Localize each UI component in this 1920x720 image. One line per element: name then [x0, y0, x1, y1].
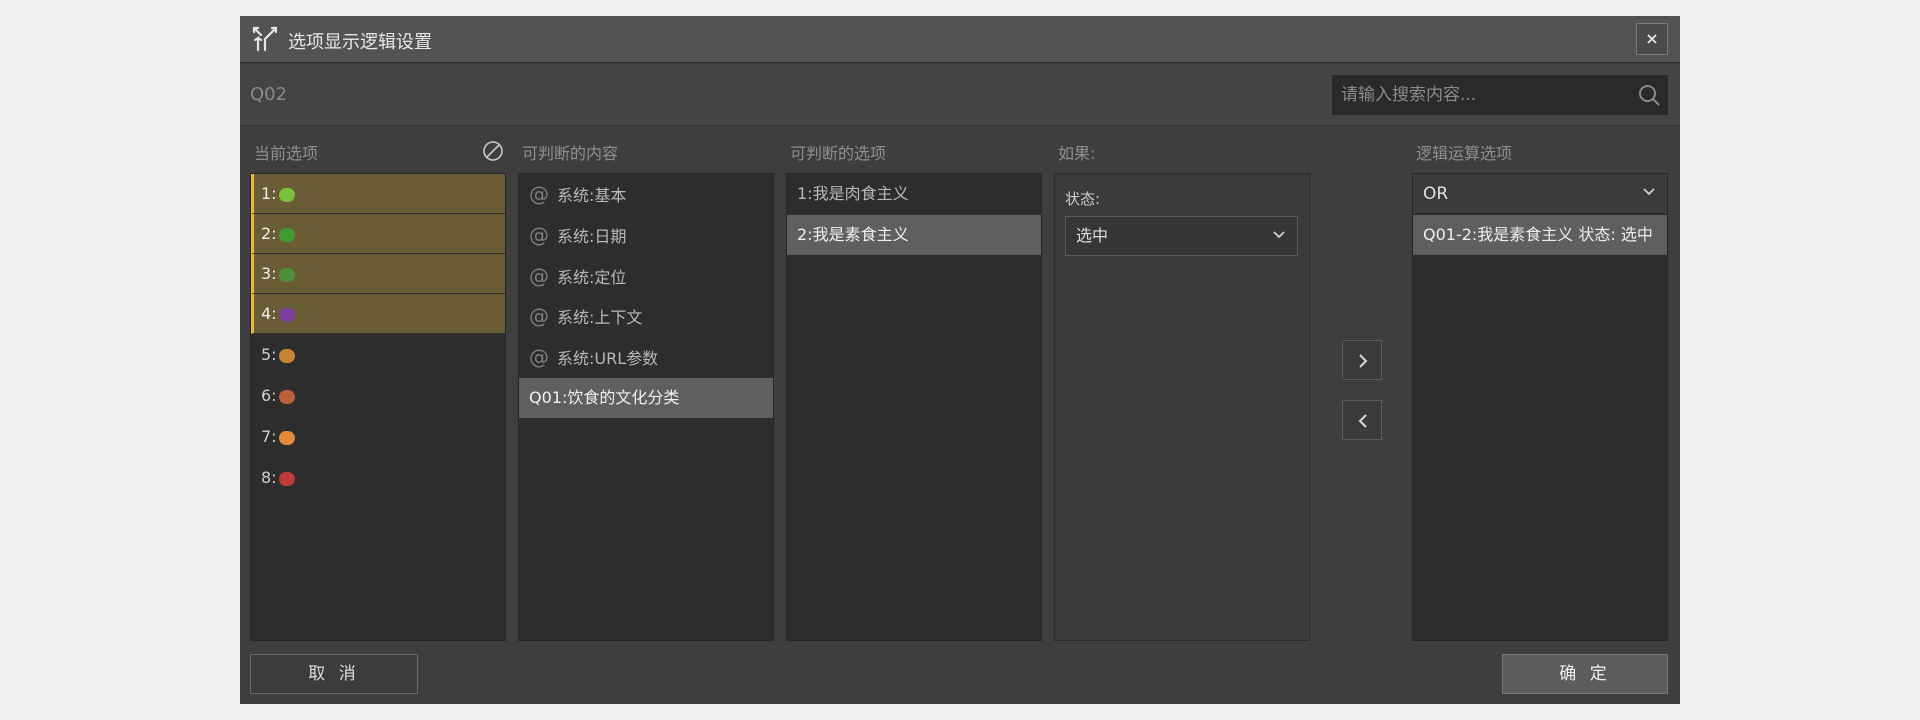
at-icon: @	[529, 345, 549, 369]
search-icon[interactable]	[1638, 84, 1660, 106]
chevron-down-icon	[1643, 188, 1655, 196]
search-box	[1332, 75, 1668, 115]
option-item-4[interactable]: 4:	[251, 294, 505, 334]
if-label: 如果:	[1058, 144, 1096, 163]
judge-option-item-1[interactable]: 1:我是肉食主义	[787, 174, 1041, 214]
option-item-2[interactable]: 2:	[251, 214, 505, 254]
logic-options-panel: OR Q01-2:我是素食主义 状态: 选中	[1412, 173, 1668, 641]
dialog-title: 选项显示逻辑设置	[288, 32, 432, 53]
chevron-right-icon	[1359, 354, 1368, 368]
question-id: Q02	[250, 84, 288, 105]
current-options-label: 当前选项	[254, 144, 319, 163]
close-button[interactable]: ×	[1636, 23, 1668, 55]
if-condition-panel: 状态: 选中	[1054, 173, 1310, 641]
current-options-list: 1: 2: 3: 4: 5: 6: 7: 8:	[250, 173, 506, 641]
broccoli-icon	[278, 267, 295, 282]
logic-rule-item[interactable]: Q01-2:我是素食主义 状态: 选中	[1413, 215, 1667, 255]
content-item-location[interactable]: @ 系统:定位	[519, 256, 773, 296]
content-item-basic[interactable]: @ 系统:基本	[519, 174, 773, 214]
judge-content-label: 可判断的内容	[522, 144, 619, 163]
judge-content-list: @ 系统:基本 @ 系统:日期 @ 系统:定位 @ 系统:上下文 @ 系统:URL参数 Q…	[518, 173, 774, 641]
state-label: 状态:	[1065, 190, 1101, 208]
green-vegetable-icon	[278, 187, 295, 202]
cucumber-icon	[278, 227, 295, 242]
option-item-6[interactable]: 6:	[251, 376, 505, 416]
judge-options-list: 1:我是肉食主义 2:我是素食主义	[786, 173, 1042, 641]
option-item-5[interactable]: 5:	[251, 335, 505, 375]
judge-options-label: 可判断的选项	[790, 144, 887, 163]
at-icon: @	[529, 182, 549, 206]
meat-on-bone-icon	[278, 389, 295, 404]
content-item-q01[interactable]: Q01:饮食的文化分类	[519, 378, 773, 418]
judge-option-item-2[interactable]: 2:我是素食主义	[787, 215, 1041, 255]
question-bar: Q02	[240, 64, 1680, 126]
at-icon: @	[529, 223, 549, 247]
drumstick-icon	[278, 348, 295, 363]
remove-rule-button[interactable]	[1342, 400, 1382, 440]
branch-arrows-icon	[252, 26, 278, 52]
option-item-3[interactable]: 3:	[251, 254, 505, 294]
logic-settings-dialog: 选项显示逻辑设置 × Q02 当前选项 1: 2: 3: 4: 5: 6: 7:…	[240, 16, 1680, 704]
content-item-context[interactable]: @ 系统:上下文	[519, 296, 773, 336]
chevron-down-icon	[1273, 231, 1285, 239]
option-item-8[interactable]: 8:	[251, 458, 505, 498]
at-icon: @	[529, 304, 549, 328]
cancel-button[interactable]: 取 消	[250, 654, 418, 694]
clear-selection-icon[interactable]	[482, 140, 504, 162]
search-input[interactable]	[1332, 75, 1622, 115]
steak-icon	[278, 471, 295, 486]
content-item-date[interactable]: @ 系统:日期	[519, 215, 773, 255]
option-item-1[interactable]: 1:	[251, 174, 505, 214]
eggplant-icon	[278, 307, 295, 322]
content-item-url-params[interactable]: @ 系统:URL参数	[519, 337, 773, 377]
option-item-7[interactable]: 7:	[251, 417, 505, 457]
at-icon: @	[529, 264, 549, 288]
chevron-left-icon	[1358, 414, 1367, 428]
confirm-button[interactable]: 确 定	[1502, 654, 1668, 694]
title-bar: 选项显示逻辑设置 ×	[240, 16, 1680, 63]
operator-select[interactable]: OR	[1413, 174, 1667, 214]
state-select[interactable]: 选中	[1065, 216, 1298, 256]
shrimp-icon	[278, 430, 295, 445]
logic-options-label: 逻辑运算选项	[1416, 144, 1513, 163]
add-rule-button[interactable]	[1342, 340, 1382, 380]
